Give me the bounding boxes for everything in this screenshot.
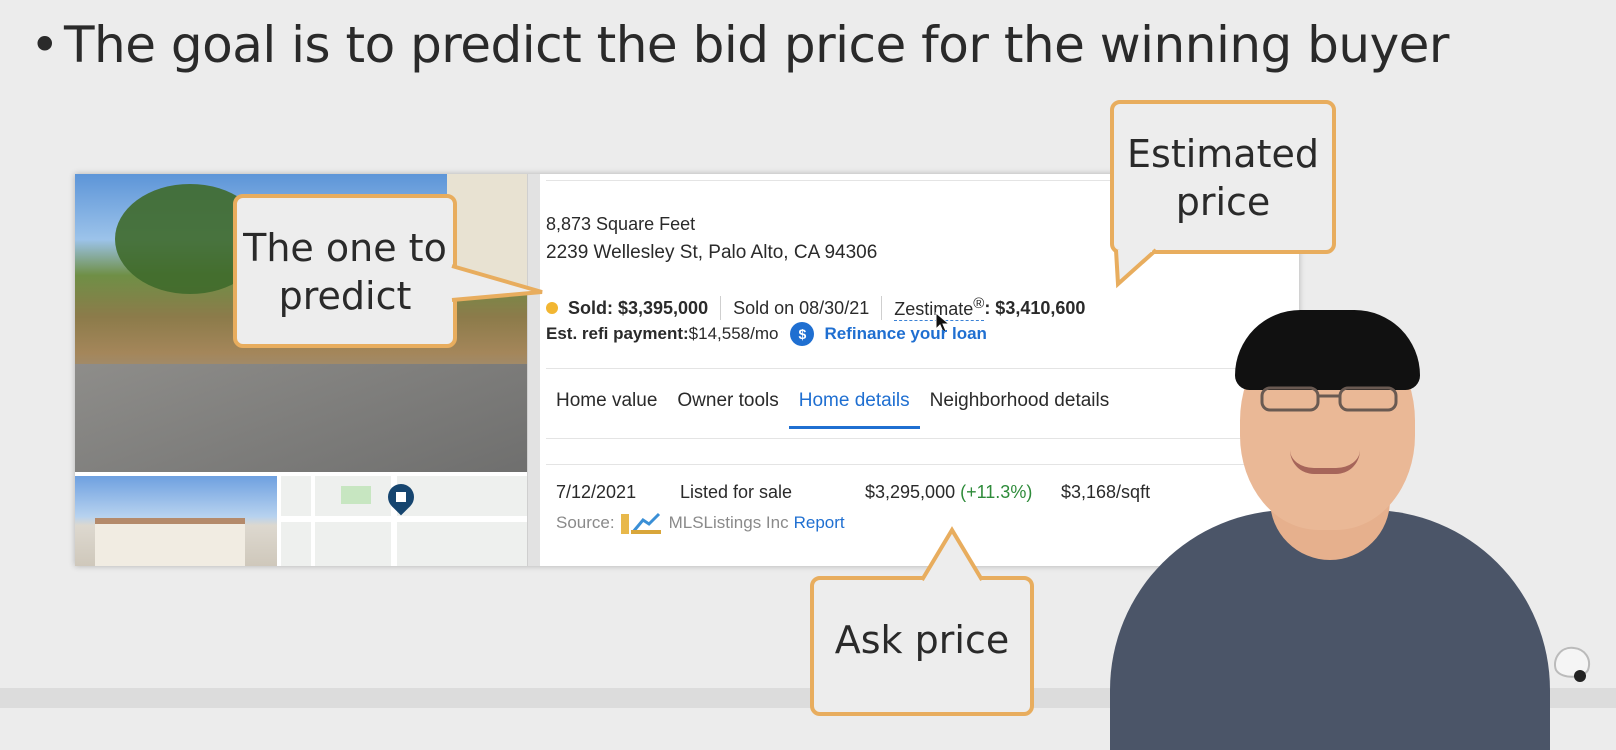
callout-estimated-price: Estimated price [1110,100,1336,254]
home-pin-icon[interactable] [382,478,420,516]
history-event: Listed for sale [680,482,793,502]
sidewalk [75,364,527,472]
callout-text: predict [278,274,412,318]
refi-row: Est. refi payment: $14,558/mo $ Refinanc… [546,322,987,346]
history-price: $3,295,000 (+11.3%) [865,482,1061,503]
tab-home-details[interactable]: Home details [788,380,920,429]
price-history-row: 7/12/2021 Listed for sale $3,295,000 (+1… [556,482,1150,503]
house-front [95,518,245,566]
callout-text: price [1175,180,1271,224]
report-link[interactable]: Report [794,513,845,533]
map-road [281,516,527,522]
details-tabs: Home value Owner tools Home details Neig… [556,380,1129,429]
history-date: 7/12/2021 [556,482,637,502]
sold-date: Sold on 08/30/21 [733,297,870,318]
address: 2239 Wellesley St, Palo Alto, CA 94306 [546,242,878,263]
callout-text: The one to [243,226,447,270]
square-feet: 8,873 Square Feet [546,214,696,234]
callout-text: Estimated [1127,132,1319,176]
tab-home-value[interactable]: Home value [556,380,667,429]
refi-label: Est. refi payment: [546,324,689,343]
slide-title-text: The goal is to predict the bid price for… [64,16,1450,74]
mls-logo-icon [620,512,661,534]
separator [720,296,722,320]
dollar-icon: $ [790,322,815,346]
refinance-link[interactable]: Refinance your loan [824,324,986,344]
presenter-hair [1235,310,1420,390]
history-source: Source: MLSListings Inc Report [556,510,845,536]
callout-one-to-predict: The one to predict [233,194,457,348]
sold-status-dot [546,302,558,314]
separator [881,296,883,320]
glasses-icon [1260,386,1398,412]
registered-mark: ® [973,295,985,312]
callout-tail [448,264,543,302]
bullet: • [30,16,60,74]
sold-price: Sold: $3,395,000 [568,297,709,318]
history-price-value: $3,295,000 [865,482,956,502]
history-price-change: (+11.3%) [960,482,1033,502]
zestimate-label: Zestimate [894,299,974,319]
callout-text: Ask price [834,618,1010,662]
callout-tail [1114,246,1158,289]
logo-icon [1554,646,1590,682]
source-label: Source: [556,513,615,532]
zestimate-value: : $3,410,600 [984,297,1086,318]
slide-title: • The goal is to predict the bid price fo… [30,16,1450,74]
source-name: MLSListings Inc [668,513,789,532]
card-divider [527,174,540,566]
map-road [311,476,315,566]
callout-tail [920,526,984,584]
tab-owner-tools[interactable]: Owner tools [677,380,788,429]
callout-ask-price: Ask price [810,576,1034,716]
map-thumbnail[interactable] [281,476,527,566]
refi-value: $14,558/mo [688,324,779,343]
presenter-video [1090,300,1590,750]
map-park [341,486,371,504]
house-photo-thumbnail[interactable] [75,476,277,566]
